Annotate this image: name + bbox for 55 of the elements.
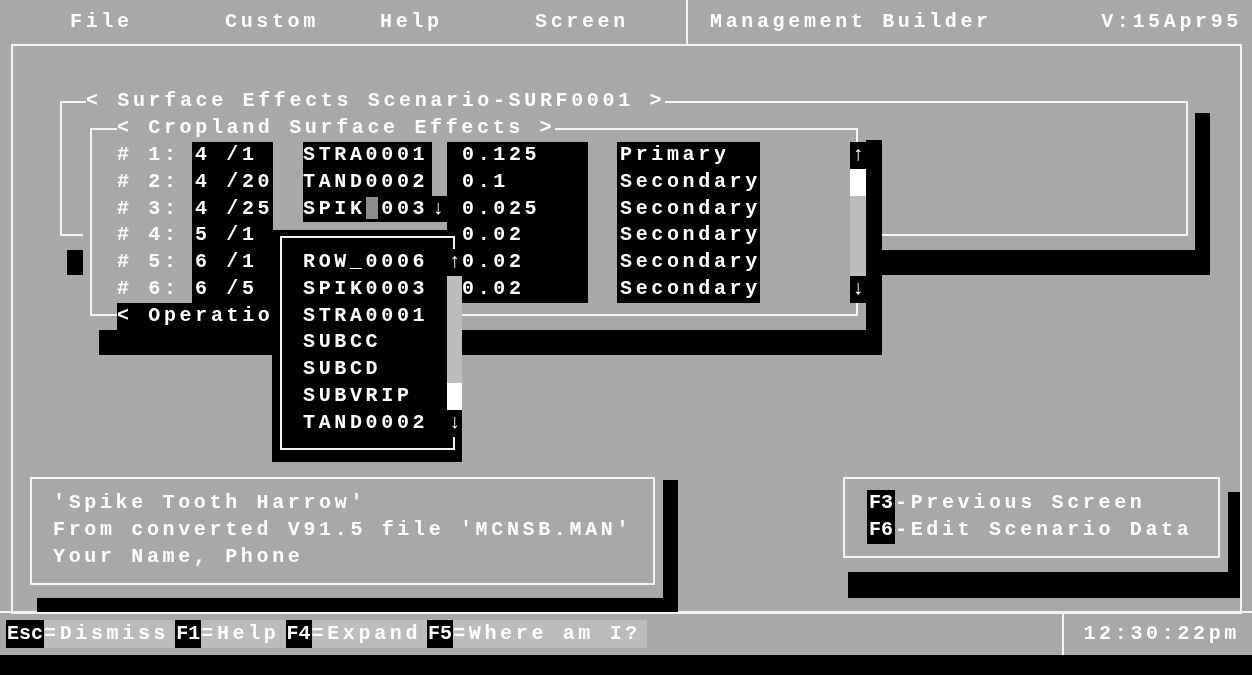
dropdown-option[interactable]: ROW_0006 — [303, 249, 429, 276]
date-cell: 4 /25 — [192, 195, 273, 223]
value-cell: 0.125 — [447, 142, 588, 169]
dropdown-option[interactable]: TAND0002 — [303, 409, 429, 437]
date-cell: 6 /1 — [192, 249, 273, 276]
version-label: V:15Apr95 — [1101, 8, 1243, 35]
dropdown-option[interactable]: SUBCD — [303, 356, 429, 383]
operation-cell: TAND0002 — [303, 168, 432, 196]
shortcut-label: =Expand — [311, 620, 428, 648]
shortcut-key[interactable]: F1 — [175, 620, 202, 648]
app-title: Management Builder — [709, 8, 993, 35]
shortcut-label: =Where am I? — [453, 620, 647, 648]
description-line: From converted V91.5 file 'MCNSB.MAN' — [53, 516, 633, 543]
scroll-thumb[interactable] — [850, 168, 866, 196]
scroll-down-button[interactable]: ↓ — [850, 276, 866, 303]
shortcut-key[interactable]: Esc — [6, 620, 44, 648]
row-number: # 3: — [117, 195, 181, 222]
row-number: # 2: — [117, 168, 181, 195]
row-number: # 4: — [117, 222, 181, 249]
date-cell: 4 /20 — [192, 168, 273, 196]
clock-time: 12:30:22pm — [1082, 620, 1241, 647]
date-cell: 6 /5 — [192, 276, 273, 303]
function-key[interactable]: F3 — [867, 490, 895, 517]
row-number: # 6: — [117, 276, 181, 302]
type-cell: Secondary — [617, 168, 760, 196]
value-cell: 0.02 — [447, 222, 588, 250]
dropdown-option[interactable]: SUBVRIP — [303, 383, 429, 410]
type-cell: Secondary — [617, 276, 760, 303]
description-line: Your Name, Phone — [53, 543, 305, 570]
scroll-up-button[interactable]: ↑ — [850, 142, 866, 169]
dropdown-option[interactable]: STRA0001 — [303, 302, 429, 330]
shortcut-label: =Help — [201, 620, 286, 648]
operation-cell: STRA0001 — [303, 142, 432, 169]
type-cell: Primary — [617, 142, 760, 169]
value-cell: 0.025 — [447, 195, 588, 223]
type-cell: Secondary — [617, 249, 760, 276]
key-hint-label: -Edit Scenario Data — [895, 516, 1193, 543]
type-cell: Secondary — [617, 195, 760, 223]
row-number: # 5: — [117, 249, 181, 276]
function-key[interactable]: F6 — [867, 516, 895, 544]
row-number: # 1: — [117, 142, 181, 168]
operation-field[interactable]: SPIK 003 — [303, 195, 432, 223]
value-cell: 0.1 — [447, 168, 588, 196]
shortcut-key[interactable]: F5 — [427, 620, 454, 648]
shortcut-key[interactable]: F4 — [285, 620, 312, 648]
scroll-thumb[interactable] — [447, 383, 462, 410]
type-cell: Secondary — [617, 222, 760, 250]
description-line: 'Spike Tooth Harrow' — [53, 490, 368, 516]
date-cell: 5 /1 — [192, 222, 273, 250]
window-title: < Operatio — [117, 304, 274, 327]
dropdown-option[interactable]: SUBCC — [303, 329, 429, 357]
key-hint-label: -Previous Screen — [895, 490, 1146, 516]
dropdown-option[interactable]: SPIK0003 — [303, 275, 429, 303]
shortcut-label: =Dismiss — [44, 620, 176, 648]
date-cell: 4 /1 — [192, 142, 273, 169]
